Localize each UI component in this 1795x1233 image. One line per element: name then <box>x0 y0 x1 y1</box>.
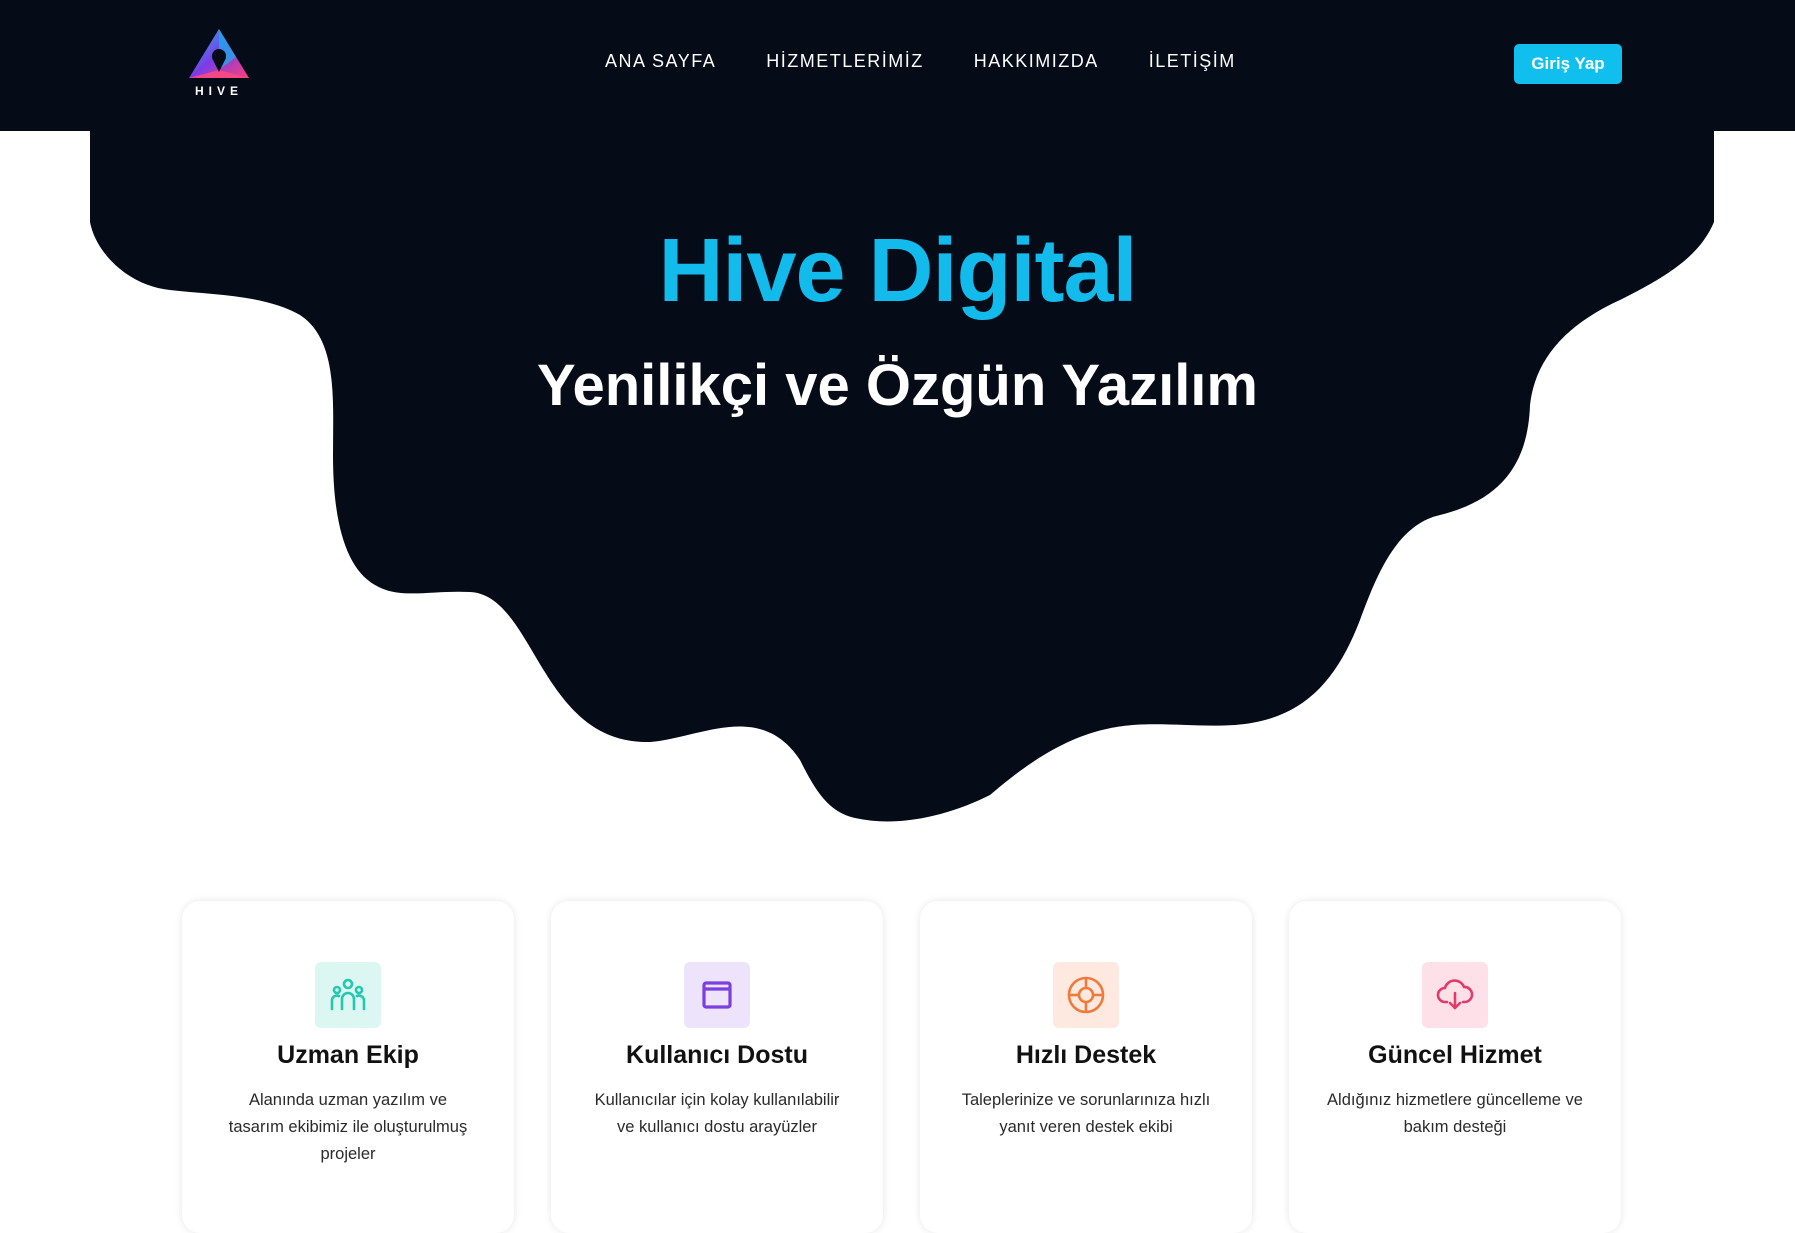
feature-description: Taleplerinize ve sorunlarınıza hızlı yan… <box>961 1091 1211 1136</box>
nav-link-contact[interactable]: İLETİŞİM <box>1149 51 1236 72</box>
feature-card-fast-support: Hızlı Destek Taleplerinize ve sorunların… <box>920 901 1252 1233</box>
login-button[interactable]: Giriş Yap <box>1514 44 1622 84</box>
nav-link-about[interactable]: HAKKIMIZDA <box>974 51 1099 72</box>
hero-title: Hive Digital <box>658 221 1137 321</box>
top-navbar: HIVE ANA SAYFA HİZMETLERİMİZ HAKKIMIZDA … <box>0 0 1795 131</box>
feature-title: Güncel Hizmet <box>1368 1041 1542 1069</box>
feature-title: Hızlı Destek <box>1015 1041 1157 1069</box>
hero-subtitle: Yenilikçi ve Özgün Yazılım <box>536 353 1258 418</box>
feature-cards: Uzman Ekip Alanında uzman yazılım ve tas… <box>182 901 1621 1233</box>
lifebuoy-icon <box>1053 962 1119 1028</box>
nav-link-home[interactable]: ANA SAYFA <box>605 51 716 72</box>
feature-title: Kullanıcı Dostu <box>626 1041 808 1069</box>
cloud-download-icon <box>1422 962 1488 1028</box>
feature-card-current-service: Güncel Hizmet Aldığınız hizmetlere günce… <box>1289 901 1621 1233</box>
window-icon <box>684 962 750 1028</box>
logo-text: HIVE <box>194 84 243 98</box>
feature-card-user-friendly: Kullanıcı Dostu Kullanıcılar için kolay … <box>551 901 883 1233</box>
main-nav: ANA SAYFA HİZMETLERİMİZ HAKKIMIZDA İLETİ… <box>605 51 1236 72</box>
hive-logo-icon <box>189 29 249 78</box>
feature-card-expert-team: Uzman Ekip Alanında uzman yazılım ve tas… <box>182 901 514 1233</box>
feature-description: Kullanıcılar için kolay kullanılabilir v… <box>594 1091 840 1136</box>
brand-logo[interactable]: HIVE <box>186 26 252 100</box>
team-icon <box>315 962 381 1028</box>
feature-description: Alanında uzman yazılım ve tasarım ekibim… <box>228 1091 468 1163</box>
nav-link-services[interactable]: HİZMETLERİMİZ <box>766 51 924 72</box>
feature-title: Uzman Ekip <box>277 1041 419 1069</box>
feature-description: Aldığınız hizmetlere güncelleme ve bakım… <box>1327 1091 1583 1136</box>
